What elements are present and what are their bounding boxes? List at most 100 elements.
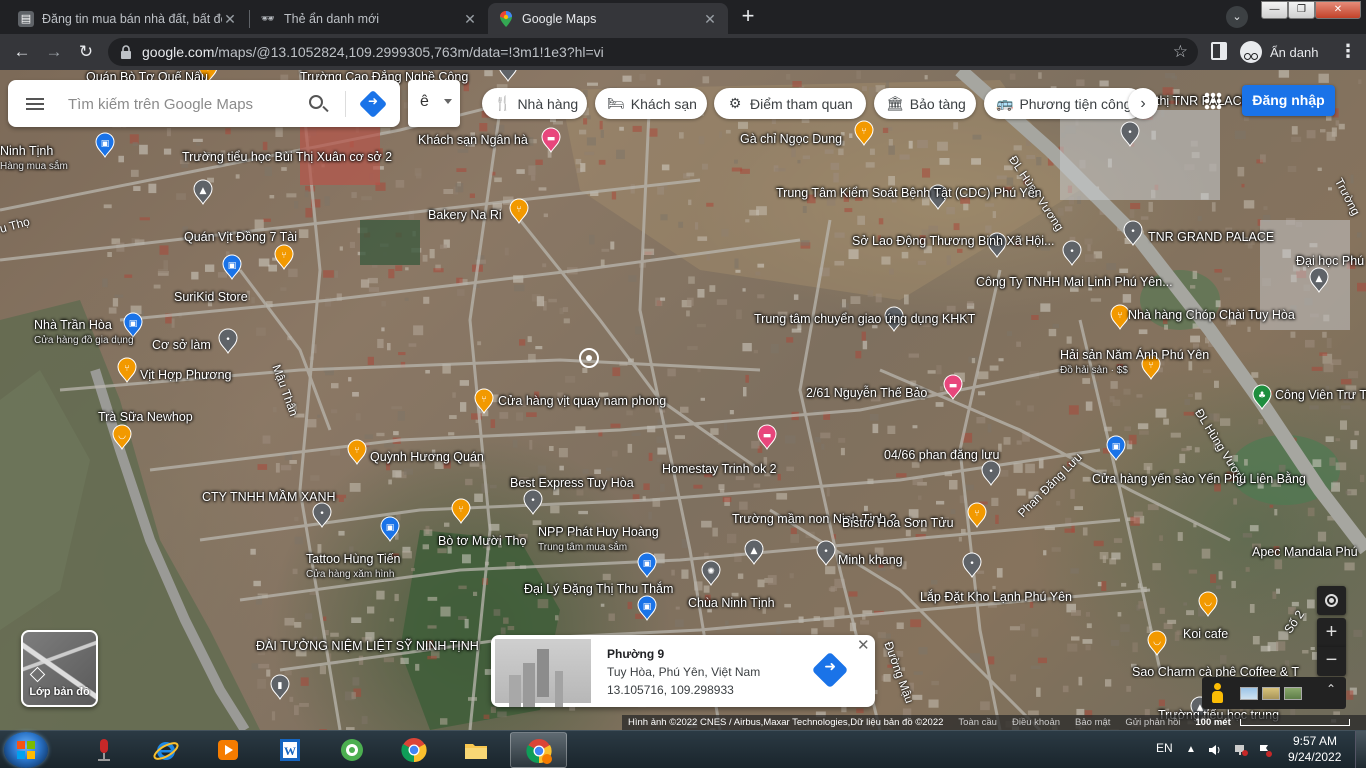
- chip-hotels[interactable]: 🛏 Khách sạn: [595, 88, 707, 119]
- poi-label[interactable]: 04/66 phan đăng lưu: [884, 448, 999, 463]
- poi-label[interactable]: Quỳnh Hương Quán: [370, 450, 484, 465]
- search-input[interactable]: [68, 92, 288, 116]
- menu-icon[interactable]: [26, 98, 44, 110]
- poi-label[interactable]: Homestay Trinh ok 2: [662, 462, 777, 477]
- temple-pin-icon[interactable]: ✺: [701, 560, 721, 586]
- close-icon[interactable]: ✕: [702, 11, 718, 27]
- poi-label[interactable]: TNR GRAND PALACE: [1148, 230, 1274, 245]
- scale-bar[interactable]: [1239, 719, 1350, 726]
- poi-label[interactable]: Cửa hàng vịt quay nam phong: [498, 394, 666, 409]
- taskbar-app-recorder[interactable]: [76, 732, 133, 768]
- forward-button[interactable]: →: [42, 40, 66, 64]
- zoom-out-button[interactable]: −: [1317, 647, 1346, 676]
- poi-label[interactable]: Bò tơ Mười Thọ: [438, 534, 526, 549]
- expand-chevron-icon[interactable]: ⌃: [1326, 683, 1336, 695]
- chip-restaurants[interactable]: 🍴 Nhà hàng: [482, 88, 587, 119]
- poi-label[interactable]: Trường tiểu học Bùi Thị Xuân cơ sở 2: [182, 150, 392, 165]
- map-canvas[interactable]: ⑂•▣▲▬⑂•⑂⑂⌂•▲▣•▣•⌂⑂⑂⑂◡⑂▬♣⑂▬•▣••⑂▣▲⑂▣•▣✺•◡…: [0, 70, 1366, 730]
- poi-label[interactable]: Khách sạn Ngân hà: [418, 133, 528, 148]
- attribution-link-global[interactable]: Toàn cầu: [958, 717, 997, 728]
- pegman-icon[interactable]: [1212, 683, 1223, 703]
- directions-icon[interactable]: [811, 651, 849, 689]
- place-name[interactable]: Phường 9: [607, 647, 664, 661]
- poi-label[interactable]: Đại học Phú: [1296, 254, 1364, 269]
- clock-date[interactable]: 9/24/2022: [1288, 750, 1341, 764]
- generic-pin-icon[interactable]: •: [218, 328, 238, 354]
- close-icon[interactable]: ✕: [462, 11, 478, 27]
- taskbar-app-chrome-incognito[interactable]: [510, 732, 567, 768]
- shop-pin-icon[interactable]: ▣: [1106, 435, 1126, 461]
- poi-label[interactable]: Công Viên Trư Trường Đại Họ: [1275, 388, 1366, 403]
- poi-label[interactable]: Trung tâm chuyển giao ứng dụng KHKT: [754, 312, 975, 327]
- input-method-selector[interactable]: ê: [408, 80, 460, 127]
- poi-label[interactable]: Sở Lao Động Thương Binh Xã Hội...: [852, 234, 1054, 249]
- taskbar-app-word[interactable]: W: [262, 732, 319, 768]
- poi-label[interactable]: Bakery Na Ri: [428, 208, 502, 223]
- zoom-in-button[interactable]: +: [1317, 618, 1346, 647]
- poi-label[interactable]: Bistro Hoa Sơn Tửu: [842, 516, 954, 531]
- search-icon[interactable]: [309, 95, 323, 109]
- lock-icon[interactable]: [120, 45, 132, 59]
- place-card[interactable]: Phường 9 Tuy Hòa, Phú Yên, Việt Nam 13.1…: [491, 635, 875, 707]
- apps-grid-icon[interactable]: [1204, 92, 1222, 110]
- poi-label[interactable]: Koi cafe: [1183, 627, 1228, 642]
- restaurant-pin-icon[interactable]: ⑂: [117, 357, 137, 383]
- cafe-pin-icon[interactable]: ◡: [1147, 630, 1167, 656]
- taskbar-app-ie[interactable]: [138, 732, 195, 768]
- poi-label[interactable]: Cơ sở làm: [152, 338, 211, 353]
- chip-museums[interactable]: 🏛 Bảo tàng: [874, 88, 976, 119]
- tab-search-button[interactable]: ⌄: [1226, 6, 1248, 28]
- poi-label[interactable]: Nhà hàng Chóp Chài Tuy Hòa: [1128, 308, 1295, 323]
- poi-label[interactable]: 2/61 Nguyễn Thế Bảo: [806, 386, 927, 401]
- close-icon[interactable]: ✕: [857, 636, 870, 654]
- close-icon[interactable]: ✕: [222, 11, 238, 27]
- poi-label[interactable]: ĐÀI TƯỞNG NIỆM LIỆT SỸ NINH TỊNH: [256, 639, 479, 654]
- poi-label[interactable]: Best Express Tuy Hòa: [510, 476, 634, 491]
- shop-pin-icon[interactable]: ▣: [95, 132, 115, 158]
- poi-label[interactable]: Minh khang: [838, 553, 903, 568]
- minimize-button[interactable]: —: [1261, 1, 1288, 19]
- restaurant-pin-icon[interactable]: ⑂: [967, 502, 987, 528]
- address-bar[interactable]: google.com/maps/@13.1052824,109.2999305,…: [108, 38, 1198, 66]
- school-pin-icon[interactable]: ▲: [744, 539, 764, 565]
- attribution-link-privacy[interactable]: Bảo mật: [1075, 717, 1110, 728]
- show-desktop-button[interactable]: [1355, 731, 1366, 768]
- sand-thumbnail-icon[interactable]: [1262, 687, 1280, 700]
- chips-next-button[interactable]: ›: [1128, 88, 1158, 119]
- grass-thumbnail-icon[interactable]: [1284, 687, 1302, 700]
- hotel-pin-icon[interactable]: ▬: [943, 374, 963, 400]
- restaurant-pin-icon[interactable]: ⑂: [1110, 304, 1130, 330]
- poi-label[interactable]: thị TNR PALACE: [1156, 94, 1250, 109]
- taskbar-app-chrome[interactable]: [386, 732, 443, 768]
- side-panel-icon[interactable]: [1211, 42, 1227, 60]
- maximize-button[interactable]: ❐: [1288, 1, 1315, 19]
- volume-icon[interactable]: [1208, 743, 1222, 757]
- generic-pin-icon[interactable]: •: [816, 540, 836, 566]
- scale-label[interactable]: 100 mét: [1195, 717, 1230, 728]
- back-button[interactable]: ←: [10, 40, 34, 64]
- poi-label[interactable]: Trung Tâm Kiểm Soát Bệnh Tật (CDC) Phú Y…: [776, 186, 1042, 201]
- directions-icon[interactable]: [358, 89, 388, 119]
- clock-time[interactable]: 9:57 AM: [1293, 734, 1337, 748]
- restaurant-pin-icon[interactable]: ⑂: [451, 498, 471, 524]
- language-indicator[interactable]: EN: [1156, 741, 1173, 755]
- taskbar-app-coccoc[interactable]: [324, 732, 381, 768]
- poi-label[interactable]: Trà Sữa Newhop: [98, 410, 193, 425]
- poi-label[interactable]: Apec Mandala Phú: [1252, 545, 1358, 560]
- reload-button[interactable]: ↻: [74, 40, 98, 64]
- hotel-pin-icon[interactable]: ▬: [757, 424, 777, 450]
- tab-google-maps[interactable]: Google Maps ✕: [488, 3, 728, 34]
- poi-label[interactable]: Tattoo Hùng Tiến Cửa hàng xăm hình: [306, 552, 401, 582]
- tab-real-estate[interactable]: ▤ Đăng tin mua bán nhà đất, bất động sản…: [8, 3, 248, 34]
- monument-pin-icon[interactable]: ▮: [270, 674, 290, 700]
- poi-label[interactable]: Hải sản Năm Ánh Phú Yên Đồ hải sản · $$: [1060, 348, 1209, 378]
- chip-attractions[interactable]: ⚙ Điểm tham quan: [714, 88, 866, 119]
- attribution-link-feedback[interactable]: Gửi phản hồi: [1125, 717, 1180, 728]
- generic-pin-icon[interactable]: •: [523, 489, 543, 515]
- chip-transit[interactable]: 🚌 Phương tiện công cộng: [984, 88, 1144, 119]
- incognito-indicator[interactable]: Ẩn danh: [1240, 39, 1318, 65]
- poi-label[interactable]: Ninh Tịnh Hàng mua sắm: [0, 144, 68, 174]
- school-pin-icon[interactable]: ▲: [193, 179, 213, 205]
- poi-label[interactable]: Gà chỉ Ngọc Dung: [740, 132, 842, 147]
- poi-label[interactable]: Công Ty TNHH Mai Linh Phú Yên...: [976, 275, 1173, 290]
